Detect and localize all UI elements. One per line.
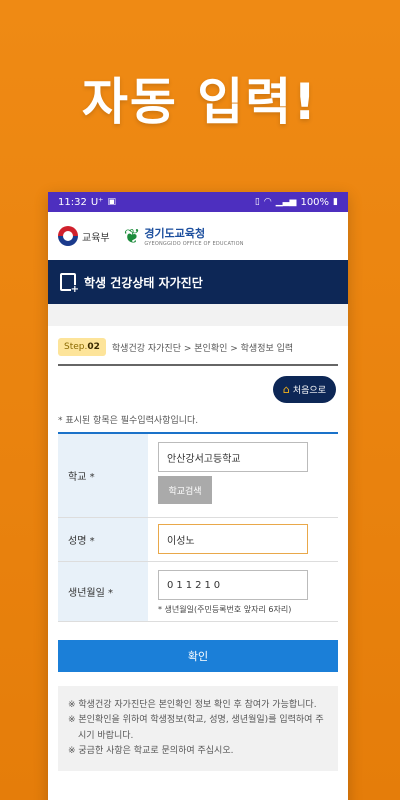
school-input[interactable]: 안산강서고등학교 bbox=[158, 442, 308, 472]
school-search-button[interactable]: 학교검색 bbox=[158, 476, 212, 504]
required-note: * 표시된 항목은 필수입력사항입니다. bbox=[58, 413, 338, 434]
gyeonggi-logo: ❦ 경기도교육청 GYEONGGIDO OFFICE OF EDUCATION bbox=[124, 225, 244, 247]
notification-icon: ▣ bbox=[107, 197, 116, 207]
home-button-label: 처음으로 bbox=[292, 386, 326, 396]
status-bar: 11:32 U⁺ ▣ ▯ ◠ ▁▃▅ 100% ▮ bbox=[48, 192, 348, 212]
spacer bbox=[48, 304, 348, 326]
moe-logo: 교육부 bbox=[58, 226, 110, 246]
signal-icon: ▁▃▅ bbox=[275, 197, 297, 207]
notice-item: ※ 학생건강 자가진단은 본인확인 정보 확인 후 참여가 가능합니다. bbox=[68, 700, 317, 710]
birth-hint: * 생년월일(주민등록번호 앞자리 6자리) bbox=[158, 605, 292, 614]
school-label: 학교 * bbox=[58, 434, 148, 517]
page-title: 학생 건강상태 자가진단 bbox=[84, 275, 203, 290]
name-row: 성명 * 이성노 bbox=[58, 518, 338, 562]
health-check-icon bbox=[60, 273, 79, 295]
confirm-button[interactable]: 확인 bbox=[58, 640, 338, 672]
notice-box: ※ 학생건강 자가진단은 본인확인 정보 확인 후 참여가 가능합니다. ※ 본… bbox=[58, 686, 338, 772]
battery-level: 100% bbox=[300, 196, 330, 208]
taegeuk-icon bbox=[58, 226, 78, 246]
vibrate-icon: ▯ bbox=[254, 197, 260, 207]
gyeonggi-emblem-icon: ❦ bbox=[123, 224, 141, 248]
step-badge: Step.02 bbox=[58, 338, 106, 356]
birth-label: 생년월일 * bbox=[58, 562, 148, 621]
notice-item: ※ 본인확인을 위하여 학생정보(학교, 성명, 생년월일)를 입력하여 주시기… bbox=[68, 715, 324, 741]
breadcrumb: Step.02 학생건강 자가진단 > 본인확인 > 학생정보 입력 bbox=[58, 338, 338, 366]
wifi-icon: ◠ bbox=[263, 197, 272, 207]
name-label: 성명 * bbox=[58, 518, 148, 561]
gyeonggi-title: 경기도교육청 bbox=[144, 227, 206, 240]
logo-bar: 교육부 ❦ 경기도교육청 GYEONGGIDO OFFICE OF EDUCAT… bbox=[48, 212, 348, 260]
name-input[interactable]: 이성노 bbox=[158, 524, 308, 554]
student-info-form: 학교 * 안산강서고등학교 학교검색 성명 * 이성노 생년월일 * 01121… bbox=[58, 434, 338, 622]
birth-row: 생년월일 * 011210 * 생년월일(주민등록번호 앞자리 6자리) bbox=[58, 562, 338, 622]
status-time: 11:32 bbox=[58, 196, 87, 208]
home-button[interactable]: ⌂ 처음으로 bbox=[272, 376, 336, 403]
breadcrumb-path: 학생건강 자가진단 > 본인확인 > 학생정보 입력 bbox=[111, 343, 294, 354]
birth-input[interactable]: 011210 bbox=[158, 570, 308, 600]
battery-icon: ▮ bbox=[333, 197, 338, 207]
page-title-bar: 학생 건강상태 자가진단 bbox=[48, 260, 348, 304]
phone-screen: 11:32 U⁺ ▣ ▯ ◠ ▁▃▅ 100% ▮ 교육부 ❦ 경기도교육청 G… bbox=[48, 192, 348, 800]
home-icon: ⌂ bbox=[282, 383, 290, 396]
moe-label: 교육부 bbox=[82, 232, 110, 244]
promo-headline: 자동 입력! bbox=[81, 73, 319, 131]
carrier-label: U⁺ bbox=[90, 196, 104, 208]
gyeonggi-subtitle: GYEONGGIDO OFFICE OF EDUCATION bbox=[144, 241, 244, 247]
notice-item: ※ 궁금한 사항은 학교로 문의하여 주십시오. bbox=[68, 745, 234, 756]
school-row: 학교 * 안산강서고등학교 학교검색 bbox=[58, 434, 338, 518]
